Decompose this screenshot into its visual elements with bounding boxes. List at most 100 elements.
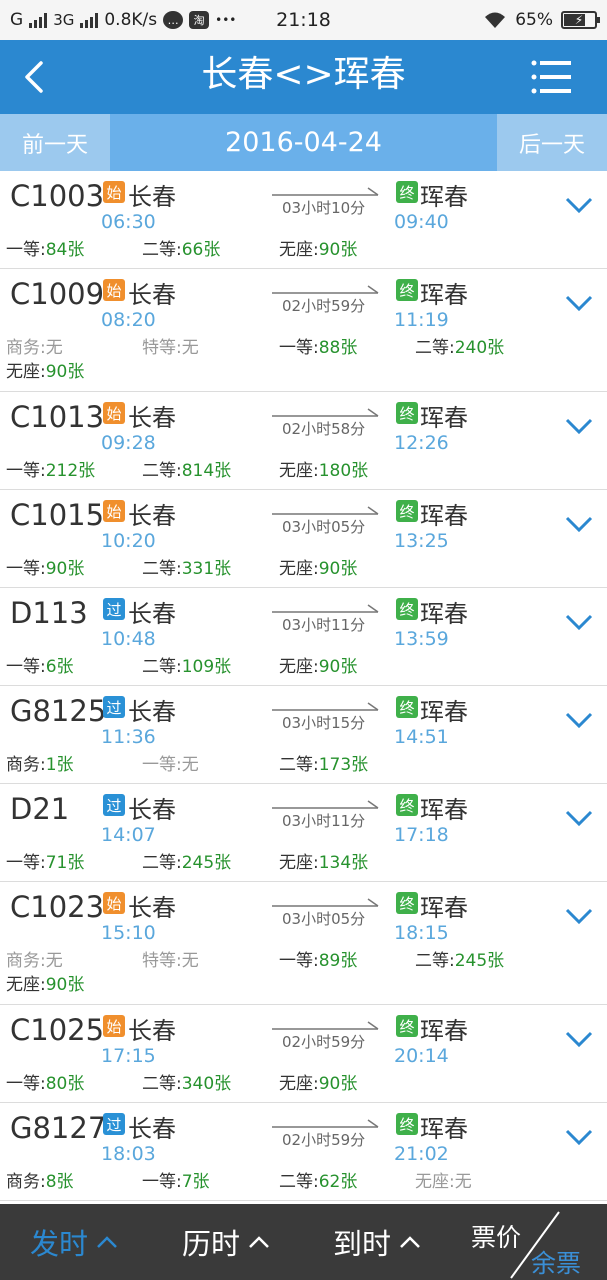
seat-class-label: 无座: [6, 362, 46, 382]
seat-class-label: 商务: [6, 1172, 46, 1192]
departure-station: 长春 [128, 281, 176, 309]
expand-button[interactable] [564, 293, 594, 313]
expand-button[interactable] [564, 195, 594, 215]
sort-arrive-button[interactable]: 到时 [333, 1204, 421, 1280]
seat-count: 1张 [45, 755, 74, 775]
expand-button[interactable] [564, 906, 594, 926]
prev-day-button[interactable]: 前一天 [0, 114, 110, 171]
seat-class-label: 一等: [142, 755, 182, 775]
expand-button[interactable] [564, 808, 594, 828]
chevron-down-icon [565, 418, 593, 435]
station-type-badge: 始 [103, 892, 125, 914]
station-type-badge: 始 [103, 402, 125, 424]
departure-time: 18:03 [101, 1143, 156, 1165]
charging-bolt-icon: ⚡ [574, 13, 584, 27]
train-number: C1003 [10, 179, 105, 213]
date-navigator: 前一天 2016-04-24 后一天 [0, 114, 607, 171]
seat-availability: 商务:8张 [6, 1167, 74, 1192]
terminal-badge: 终 [396, 402, 418, 424]
duration-indicator: 02小时59分 [272, 1115, 384, 1151]
terminal-badge: 终 [396, 794, 418, 816]
sort-duration-button[interactable]: 历时 [182, 1204, 270, 1280]
train-row[interactable]: C1003 始长春 06:30 03小时10分 终珲春 09:40 一等:84张 二等:66张… [0, 171, 607, 269]
seat-count: 90张 [318, 240, 358, 260]
sort-depart-button[interactable]: 发时 [30, 1204, 118, 1280]
station-type-badge: 过 [103, 598, 125, 620]
train-row[interactable]: C1015 始长春 10:20 03小时05分终珲春 13:25 一等:90张 二等:331… [0, 490, 607, 588]
departure-station: 长春 [128, 1017, 176, 1045]
seat-availability: 商务:无 [6, 333, 63, 358]
seat-count: 331张 [181, 559, 232, 579]
station-type-badge: 过 [103, 696, 125, 718]
expand-button[interactable] [564, 1029, 594, 1049]
seat-availability: 二等:245张 [142, 848, 231, 873]
app-root: G 3G 0.8K/s … 淘 ••• 21:18 65% ⚡ 长春<>珲春 前… [0, 0, 607, 1280]
train-row[interactable]: C1009 始长春 08:20 02小时59分终珲春 11:19 商务:无 特等:无 一等:8… [0, 269, 607, 392]
seat-class-label: 一等: [6, 657, 46, 677]
duration-text: 02小时59分 [282, 1033, 366, 1051]
seat-availability: 特等:无 [142, 333, 199, 358]
arrival-time: 17:18 [394, 824, 449, 846]
seat-class-label: 一等: [6, 853, 46, 873]
seat-availability: 一等:80张 [6, 1069, 84, 1094]
train-row[interactable]: G8125 过长春 11:36 03小时15分 终珲春 14:51 商务:1张 一等:无 二等:… [0, 686, 607, 784]
seat-count: 90张 [45, 362, 85, 382]
chevron-down-icon [565, 197, 593, 214]
seat-class-label: 二等: [415, 951, 455, 971]
seat-class-label: 一等: [6, 240, 46, 260]
arrival-time: 13:25 [394, 530, 449, 552]
departure-station: 长春 [128, 183, 176, 211]
sort-arrive-label: 到时 [333, 1227, 392, 1261]
seat-availability: 一等:无 [142, 750, 199, 775]
seat-count: 109张 [181, 657, 232, 677]
arrival-station: 珲春 [420, 1017, 468, 1045]
duration-indicator: 03小时05分 [272, 894, 384, 930]
seat-class-label: 一等: [279, 951, 319, 971]
expand-button[interactable] [564, 416, 594, 436]
expand-button[interactable] [564, 514, 594, 534]
expand-button[interactable] [564, 612, 594, 632]
train-number: C1023 [10, 890, 105, 924]
train-row[interactable]: D113 过长春 10:48 03小时11分 终珲春 13:59 一等:6张 二等:109张 无… [0, 588, 607, 686]
status-time: 21:18 [276, 9, 331, 31]
departure-time: 08:20 [101, 309, 156, 331]
arrival-time: 21:02 [394, 1143, 449, 1165]
menu-button[interactable] [531, 60, 571, 94]
train-number: C1025 [10, 1013, 105, 1047]
train-row[interactable]: C1013 始长春 09:28 02小时58分 终珲春 12:26 一等:212张 二等:81… [0, 392, 607, 490]
train-number: C1013 [10, 400, 105, 434]
next-day-button[interactable]: 后一天 [497, 114, 607, 171]
train-row[interactable]: D21 过长春 14:07 03小时11分 终珲春 17:18 一等:71张 二等:245张 无… [0, 784, 607, 882]
arrival-time: 11:19 [394, 309, 449, 331]
seat-count: 7张 [181, 1172, 210, 1192]
duration-indicator: 02小时58分 [272, 404, 384, 440]
sort-price-remaining-button[interactable]: 票价 余票 [463, 1204, 607, 1280]
seat-count: 245张 [454, 951, 505, 971]
train-row[interactable]: G8127 过长春 18:03 02小时59分 终珲春 21:02 商务:8张 一等:7张 二等… [0, 1103, 607, 1201]
duration-text: 03小时11分 [282, 616, 366, 634]
selected-date[interactable]: 2016-04-24 [110, 114, 497, 171]
status-bar: G 3G 0.8K/s … 淘 ••• 21:18 65% ⚡ [0, 0, 607, 40]
page-title: 长春<>珲春 [201, 54, 406, 95]
sort-up-icon [249, 1236, 269, 1248]
seat-count: 245张 [181, 853, 232, 873]
train-row[interactable]: C1023 始长春 15:10 03小时05分终珲春 18:15 商务:无 特等:无 一等:8… [0, 882, 607, 1005]
back-button[interactable] [14, 54, 54, 100]
sort-bar: 发时 历时 到时 票价 余票 [0, 1204, 607, 1280]
departure-station: 长春 [128, 1115, 176, 1143]
seat-class-label: 无座: [279, 853, 319, 873]
seat-count: 88张 [318, 338, 358, 358]
departure-time: 11:36 [101, 726, 156, 748]
battery-icon: ⚡ [561, 11, 600, 29]
train-number: C1015 [10, 498, 105, 532]
seat-availability: 一等:90张 [6, 554, 84, 579]
station-type-badge: 始 [103, 279, 125, 301]
seat-count: 90张 [318, 559, 358, 579]
train-row[interactable]: C1025 始长春 17:15 02小时59分 终珲春 20:14 一等:80张 二等:340… [0, 1005, 607, 1103]
departure-station: 长春 [128, 502, 176, 530]
expand-button[interactable] [564, 1127, 594, 1147]
sort-remaining-label: 余票 [531, 1249, 582, 1278]
expand-button[interactable] [564, 710, 594, 730]
seat-availability: 二等:62张 [279, 1167, 357, 1192]
seat-class-label: 二等: [415, 338, 455, 358]
